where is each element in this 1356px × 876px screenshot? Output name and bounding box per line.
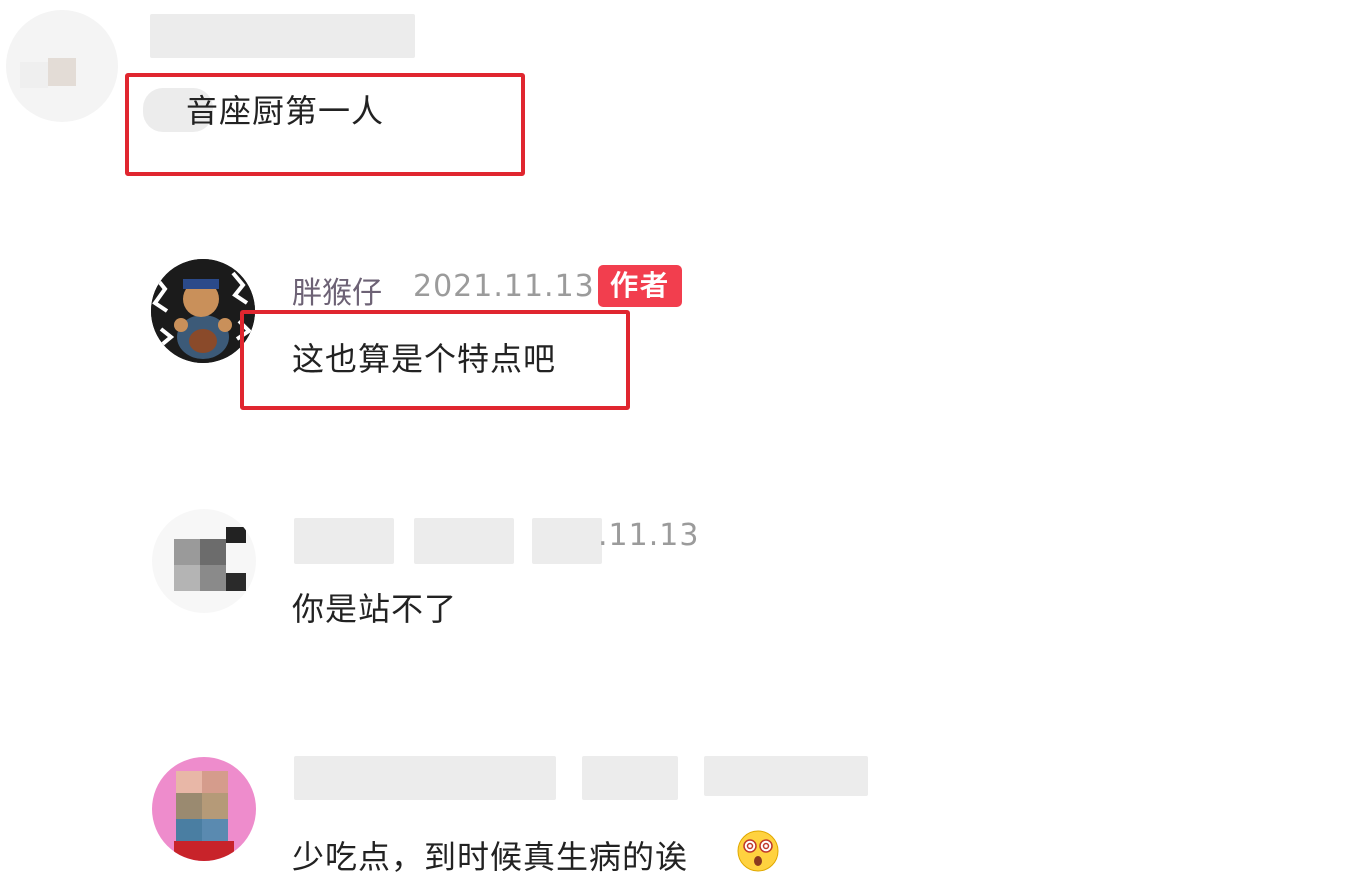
author-badge: 作者 — [598, 265, 682, 307]
redacted-date — [704, 756, 868, 796]
comment-text: 你是站不了 — [292, 590, 458, 628]
comment-list: 音座厨第一人 胖猴仔 2021.11.13 作者 这也算是个特点吧 .11.13… — [0, 0, 1356, 876]
avatar[interactable] — [152, 757, 256, 861]
comment-date: .11.13 — [598, 518, 700, 553]
dizzy-face-emoji-icon — [737, 830, 779, 872]
username[interactable]: 胖猴仔 — [292, 268, 382, 312]
redacted-username — [414, 518, 514, 564]
redacted-username — [294, 518, 394, 564]
avatar[interactable] — [152, 509, 256, 613]
comment-text: 少吃点，到时候真生病的诶 — [292, 838, 689, 876]
redacted-username — [294, 756, 556, 800]
redacted-username — [582, 756, 678, 800]
highlight-box — [125, 73, 525, 176]
highlight-box — [240, 310, 630, 410]
redacted-date — [532, 518, 602, 564]
comment-date: 2021.11.13 — [413, 269, 595, 304]
avatar[interactable] — [6, 10, 118, 122]
redacted-username — [150, 14, 415, 58]
